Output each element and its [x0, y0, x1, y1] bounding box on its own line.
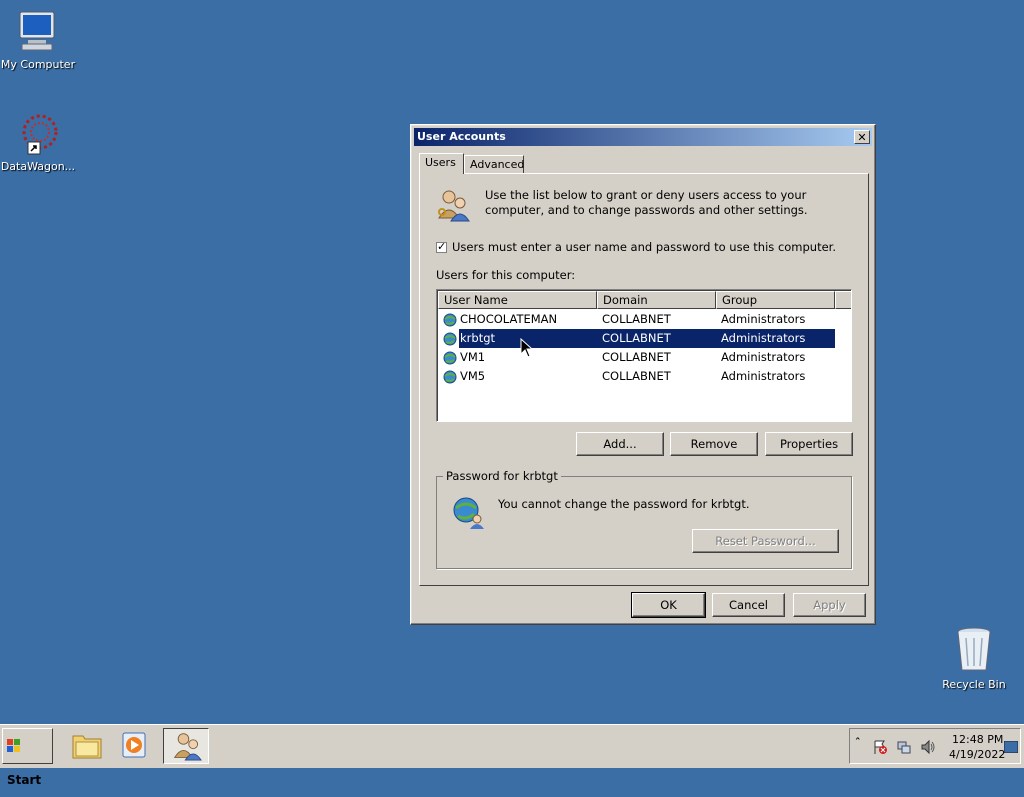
tab-advanced[interactable]: Advanced: [464, 155, 524, 173]
column-label: Group: [722, 293, 758, 307]
column-domain[interactable]: Domain: [597, 291, 716, 309]
cell-group: Administrators: [721, 350, 806, 364]
row-content: VM5 COLLABNET Administrators: [459, 367, 835, 386]
show-hidden-icons-icon[interactable]: ˆ: [855, 736, 861, 749]
require-password-label: Users must enter a user name and passwor…: [452, 240, 837, 254]
computer-icon: [19, 11, 55, 51]
table-row[interactable]: VM1 COLLABNET Administrators: [440, 348, 835, 367]
clock-time[interactable]: 12:48 PM: [952, 733, 1003, 746]
column-filler: [835, 291, 851, 309]
recycle-bin-icon: [957, 627, 991, 671]
tab-users[interactable]: Users: [419, 153, 464, 174]
taskbar-media-player[interactable]: [112, 728, 158, 764]
desktop-icon-label: My Computer: [0, 58, 76, 71]
cell-domain: COLLABNET: [602, 312, 671, 326]
user-accounts-dialog: User Accounts ✕ Users Advanced Use the l…: [410, 124, 876, 625]
listview-header: User Name Domain Group: [438, 291, 851, 309]
cell-user-name: krbtgt: [460, 331, 496, 345]
table-row[interactable]: krbtgt COLLABNET Administrators: [440, 329, 835, 348]
remove-user-button[interactable]: Remove: [670, 432, 758, 456]
table-row[interactable]: VM5 COLLABNET Administrators: [440, 367, 835, 386]
media-player-icon: [122, 732, 146, 758]
users-tab-panel: Use the list below to grant or deny user…: [419, 173, 869, 586]
close-icon: ✕: [857, 131, 867, 144]
column-label: User Name: [444, 293, 508, 307]
row-content: krbtgt COLLABNET Administrators: [459, 329, 835, 348]
cell-domain: COLLABNET: [602, 369, 671, 383]
tab-label: Advanced: [470, 158, 525, 171]
row-content: VM1 COLLABNET Administrators: [459, 348, 835, 367]
users-keys-icon: [436, 188, 470, 225]
ok-button[interactable]: OK: [631, 592, 706, 618]
desktop-icon-recycle-bin[interactable]: Recycle Bin: [934, 626, 1014, 691]
users-list-label: Users for this computer:: [436, 268, 576, 282]
close-button[interactable]: ✕: [854, 130, 870, 144]
column-user-name[interactable]: User Name: [438, 291, 597, 309]
reset-password-button[interactable]: Reset Password...: [692, 529, 839, 553]
action-center-flag-icon[interactable]: [872, 739, 888, 755]
taskbar-user-accounts[interactable]: [163, 728, 209, 764]
column-group[interactable]: Group: [716, 291, 835, 309]
volume-icon[interactable]: [920, 739, 936, 755]
start-label: Start: [7, 773, 42, 787]
password-groupbox-title: Password for krbtgt: [443, 469, 561, 483]
require-password-row[interactable]: Users must enter a user name and passwor…: [436, 240, 836, 254]
cell-group: Administrators: [721, 369, 806, 383]
network-icon[interactable]: [896, 739, 912, 755]
cancel-button[interactable]: Cancel: [712, 593, 785, 617]
button-label: Properties: [779, 437, 839, 451]
cell-user-name: VM1: [460, 350, 486, 364]
cell-user-name: VM5: [460, 369, 486, 383]
cell-group: Administrators: [721, 312, 806, 326]
windows-flag-icon: [7, 739, 20, 752]
tab-label: Users: [425, 156, 456, 169]
user-globe-icon: [443, 313, 457, 327]
password-message: You cannot change the password for krbtg…: [498, 497, 750, 511]
cell-group: Administrators: [721, 331, 806, 345]
taskbar: Start ˆ 12:48 PM 4/19/2022: [0, 724, 1024, 787]
desktop-icon-datawagon[interactable]: DataWagon...: [0, 112, 78, 173]
cell-user-name: CHOCOLATEMAN: [460, 312, 558, 326]
dialog-titlebar[interactable]: User Accounts ✕: [414, 128, 872, 146]
cell-domain: COLLABNET: [602, 350, 671, 364]
clock-date[interactable]: 4/19/2022: [949, 748, 1005, 761]
user-globe-icon: [443, 332, 457, 346]
user-globe-icon: [443, 370, 457, 384]
require-password-checkbox[interactable]: [436, 240, 447, 253]
users-listview[interactable]: User Name Domain Group CHOCOLATEMAN COLL…: [436, 289, 852, 422]
button-label: Add...: [603, 437, 637, 451]
desktop-icon-label: Recycle Bin: [942, 678, 1006, 691]
button-label: Cancel: [729, 598, 768, 612]
user-globe-icon: [443, 351, 457, 365]
intro-text: Use the list below to grant or deny user…: [485, 188, 808, 217]
button-label: OK: [660, 598, 677, 612]
system-tray: ˆ 12:48 PM 4/19/2022: [849, 728, 1021, 764]
taskbar-file-explorer[interactable]: [64, 728, 110, 764]
desktop-icon-label: DataWagon...: [0, 160, 76, 173]
user-accounts-icon: [173, 733, 202, 761]
table-row[interactable]: CHOCOLATEMAN COLLABNET Administrators: [440, 310, 835, 329]
button-label: Remove: [690, 437, 738, 451]
start-button[interactable]: Start: [2, 728, 53, 787]
row-content: CHOCOLATEMAN COLLABNET Administrators: [459, 310, 835, 329]
show-desktop-icon[interactable]: [1004, 741, 1018, 753]
user-globe-icon: [451, 495, 485, 532]
apply-button[interactable]: Apply: [793, 593, 866, 617]
file-explorer-icon: [72, 735, 102, 759]
add-user-button[interactable]: Add...: [576, 432, 664, 456]
password-groupbox: Password for krbtgt You cannot change th…: [436, 469, 852, 569]
properties-button[interactable]: Properties: [765, 432, 853, 456]
dialog-title: User Accounts: [417, 130, 506, 143]
desktop-icon-my-computer[interactable]: My Computer: [0, 10, 78, 71]
datawagon-shortcut-icon: [22, 114, 58, 155]
button-label: Apply: [813, 598, 846, 612]
cell-domain: COLLABNET: [602, 331, 671, 345]
mouse-cursor-icon: [520, 338, 534, 358]
button-label: Reset Password...: [715, 534, 816, 548]
column-label: Domain: [603, 293, 648, 307]
